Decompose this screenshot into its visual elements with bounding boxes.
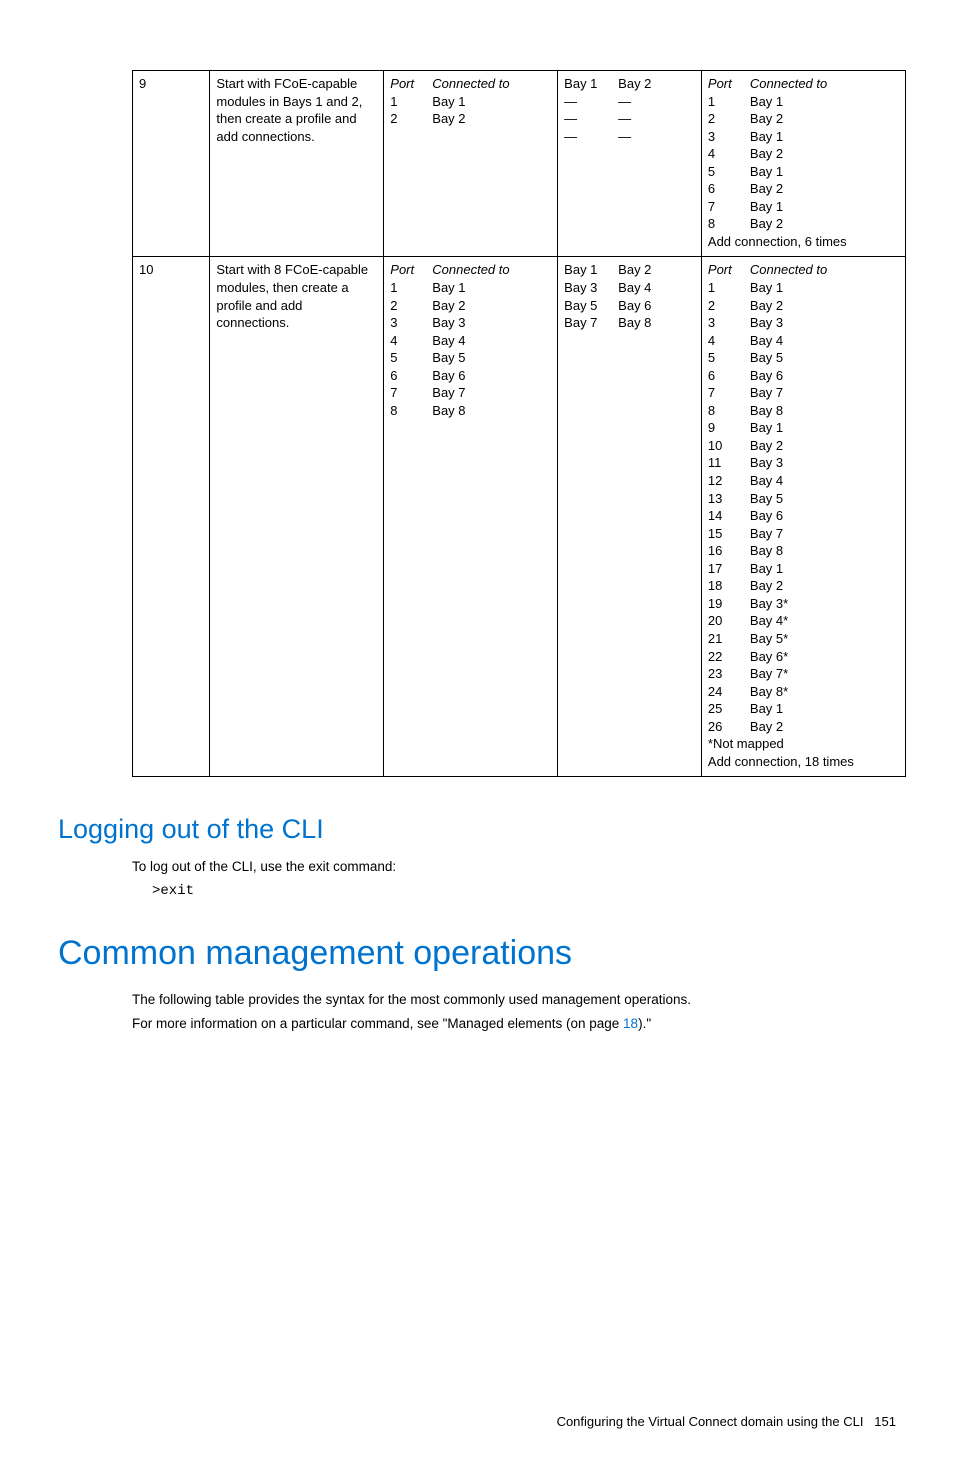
- ports-left: PortConnected to 1Bay 1 2Bay 2: [384, 71, 558, 257]
- paragraph: The following table provides the syntax …: [132, 991, 896, 1009]
- bays-column: Bay 1Bay 2 —— —— ——: [558, 71, 702, 257]
- page-footer: Configuring the Virtual Connect domain u…: [58, 1413, 896, 1431]
- row-id: 9: [133, 71, 210, 257]
- code-exit: >exit: [152, 882, 896, 901]
- table-row: 10 Start with 8 FCoE-capable modules, th…: [133, 257, 906, 777]
- ports-right: PortConnected to 1Bay 1 2Bay 2 3Bay 3 4B…: [701, 257, 905, 777]
- note: Add connection, 6 times: [708, 233, 899, 251]
- text: For more information on a particular com…: [132, 1016, 623, 1031]
- note: Add connection, 18 times: [708, 753, 899, 771]
- port-header: Port: [708, 75, 750, 93]
- connected-header: Connected to: [432, 75, 551, 93]
- row-description: Start with 8 FCoE-capable modules, then …: [210, 257, 384, 777]
- row-id: 10: [133, 257, 210, 777]
- port-header: Port: [708, 261, 750, 279]
- paragraph: For more information on a particular com…: [132, 1015, 896, 1033]
- heading-logging-out: Logging out of the CLI: [58, 811, 896, 847]
- heading-common-mgmt: Common management operations: [58, 931, 896, 977]
- paragraph: To log out of the CLI, use the exit comm…: [132, 858, 896, 876]
- page-link-18[interactable]: 18: [623, 1016, 638, 1031]
- ports-right: PortConnected to 1Bay 1 2Bay 2 3Bay 1 4B…: [701, 71, 905, 257]
- fcoe-mapping-table: 9 Start with FCoE-capable modules in Bay…: [132, 70, 906, 777]
- row-description: Start with FCoE-capable modules in Bays …: [210, 71, 384, 257]
- bays-column: Bay 1Bay 2 Bay 3Bay 4 Bay 5Bay 6 Bay 7Ba…: [558, 257, 702, 777]
- footer-title: Configuring the Virtual Connect domain u…: [557, 1414, 864, 1429]
- connected-header: Connected to: [432, 261, 551, 279]
- note: *Not mapped: [708, 735, 899, 753]
- port-header: Port: [390, 261, 432, 279]
- table-row: 9 Start with FCoE-capable modules in Bay…: [133, 71, 906, 257]
- text: ).": [638, 1016, 651, 1031]
- port-header: Port: [390, 75, 432, 93]
- footer-page-number: 151: [874, 1414, 896, 1429]
- connected-header: Connected to: [750, 75, 899, 93]
- ports-left: PortConnected to 1Bay 1 2Bay 2 3Bay 3 4B…: [384, 257, 558, 777]
- connected-header: Connected to: [750, 261, 899, 279]
